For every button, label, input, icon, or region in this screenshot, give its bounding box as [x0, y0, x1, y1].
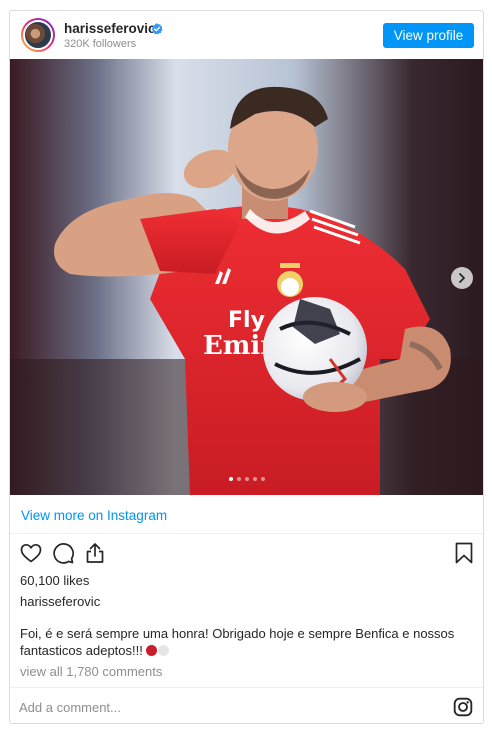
carousel-dot — [236, 477, 241, 481]
carousel-dot — [244, 477, 249, 481]
carousel-indicator — [10, 477, 483, 481]
share-icon[interactable] — [83, 541, 107, 565]
chevron-right-icon — [459, 273, 465, 283]
verified-badge-icon — [151, 23, 163, 35]
bookmark-icon[interactable] — [452, 541, 476, 565]
likes-count: 60,100 likes — [20, 573, 90, 588]
instagram-embed-card: harisseferovic 320K followers View profi… — [9, 10, 484, 724]
add-comment-bar — [10, 687, 483, 723]
view-profile-button[interactable]: View profile — [383, 23, 474, 48]
carousel-next-button[interactable] — [451, 267, 473, 289]
white-circle-emoji-icon — [157, 645, 169, 656]
username-link[interactable]: harisseferovic — [64, 21, 156, 36]
avatar[interactable] — [21, 18, 55, 52]
comment-bubble-icon[interactable] — [51, 541, 75, 565]
carousel-dot — [260, 477, 265, 481]
instagram-icon[interactable] — [453, 697, 473, 717]
post-caption: Foi, é e será sempre uma honra! Obrigado… — [20, 625, 475, 659]
heart-icon[interactable] — [19, 541, 43, 565]
post-header: harisseferovic 320K followers View profi… — [10, 11, 483, 59]
followers-count: 320K followers — [64, 38, 137, 50]
carousel-dot — [228, 477, 233, 481]
svg-text:Fly: Fly — [228, 308, 265, 333]
carousel-dot — [252, 477, 257, 481]
player-photo-image: Fly Emira — [10, 59, 483, 495]
post-photo[interactable]: Fly Emira — [10, 59, 483, 495]
view-more-section: View more on Instagram — [10, 495, 483, 534]
caption-text: Foi, é e será sempre uma honra! Obrigado… — [20, 626, 455, 658]
post-actions — [10, 539, 483, 567]
comment-input[interactable] — [19, 696, 419, 718]
red-circle-emoji-icon — [145, 645, 157, 656]
view-all-comments-link[interactable]: view all 1,780 comments — [20, 664, 162, 679]
view-more-link[interactable]: View more on Instagram — [21, 508, 167, 523]
caption-author[interactable]: harisseferovic — [20, 594, 100, 609]
